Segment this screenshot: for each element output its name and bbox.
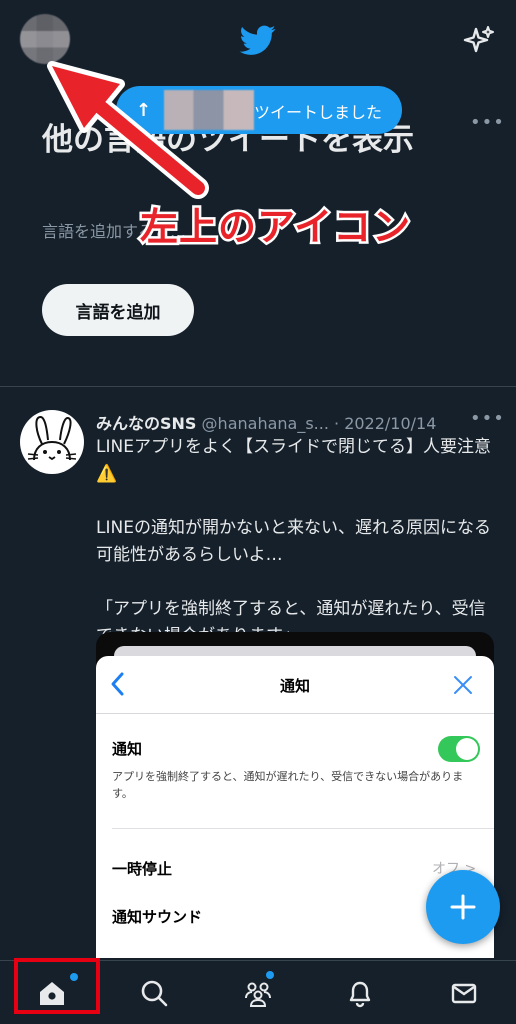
tweet-date: · 2022/10/14 bbox=[334, 414, 437, 433]
tweet-body: LINEアプリをよく【スライドで閉じてる】人要注意⚠️ LINEの通知が開かない… bbox=[96, 437, 491, 646]
add-language-button[interactable]: 言語を追加 bbox=[42, 284, 194, 336]
communities-icon bbox=[245, 982, 271, 1007]
search-icon bbox=[141, 980, 168, 1007]
sound-label: 通知サウンド bbox=[112, 908, 203, 926]
language-card-more-icon[interactable]: ••• bbox=[470, 112, 505, 133]
bell-icon bbox=[349, 981, 371, 1008]
home-highlight-box bbox=[14, 958, 100, 1014]
mail-icon bbox=[451, 983, 477, 1004]
pill-avatars-blurred bbox=[164, 90, 254, 130]
twitter-bird-icon bbox=[239, 25, 276, 55]
nav-notifications[interactable] bbox=[320, 961, 400, 1024]
tweet-author-name[interactable]: みんなのSNS bbox=[96, 414, 196, 433]
sheet-header: 通知 bbox=[96, 656, 494, 714]
close-icon bbox=[454, 676, 472, 694]
nav-communities[interactable] bbox=[218, 961, 298, 1024]
new-tweets-pill[interactable]: ↑ ツイートしました bbox=[116, 86, 402, 134]
tweet-more-icon[interactable]: ••• bbox=[470, 408, 505, 429]
notification-description: アプリを強制終了すると、通知が遅れたり、受信できない場合があります。 bbox=[112, 770, 464, 800]
new-tweets-label: ツイートしました bbox=[254, 103, 383, 122]
nav-search[interactable] bbox=[114, 961, 194, 1024]
pause-label: 一時停止 bbox=[112, 860, 173, 878]
notification-toggle bbox=[438, 736, 480, 762]
tweet-author-handle[interactable]: @hanahana_s... bbox=[202, 414, 329, 433]
plus-icon bbox=[450, 894, 476, 920]
divider bbox=[0, 386, 516, 387]
sparkle-icon[interactable] bbox=[462, 24, 496, 58]
annotation-text: 左上のアイコン bbox=[137, 203, 412, 252]
compose-tweet-button[interactable] bbox=[426, 870, 500, 944]
tweet-author-avatar[interactable] bbox=[20, 410, 84, 474]
arrow-up-icon: ↑ bbox=[136, 99, 152, 121]
rabbit-avatar-icon bbox=[27, 416, 77, 461]
tweet-header: みんなのSNS @hanahana_s... · 2022/10/14 bbox=[96, 410, 436, 434]
sheet-separator bbox=[112, 828, 494, 829]
communities-badge bbox=[266, 971, 274, 979]
nav-messages[interactable] bbox=[424, 961, 504, 1024]
notification-toggle-label: 通知 bbox=[112, 740, 143, 758]
profile-avatar-button[interactable] bbox=[20, 14, 70, 64]
sheet-title: 通知 bbox=[279, 677, 310, 695]
